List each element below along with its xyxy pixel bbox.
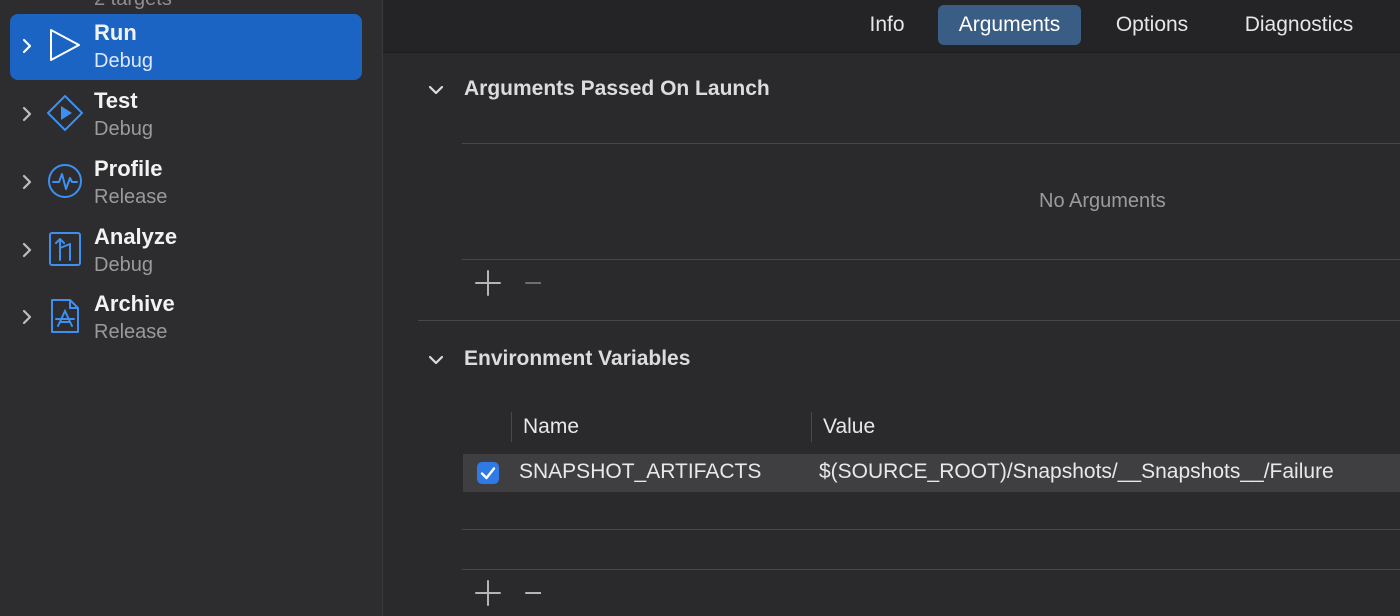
archive-icon [51,299,79,333]
scheme-editor-main: Info Arguments Options Diagnostics Argum… [383,0,1400,616]
tab-arguments[interactable]: Arguments [938,5,1081,45]
divider [462,569,1400,570]
sidebar-item-subtitle: Debug [94,254,153,276]
divider [462,529,1400,530]
sidebar-item-analyze[interactable]: Analyze Debug [10,218,362,284]
divider [462,143,1400,144]
no-arguments-placeholder: No Arguments [1039,190,1166,212]
sidebar-item-title: Analyze [94,224,178,249]
divider [462,259,1400,260]
tab-options[interactable]: Options [1095,5,1209,45]
env-var-name[interactable]: SNAPSHOT_ARTIFACTS [519,460,761,484]
sidebar-item-subtitle: Debug [94,50,153,72]
analyze-icon [49,232,81,266]
column-separator[interactable] [811,412,812,442]
sidebar-item-subtitle: Release [94,321,168,343]
add-remove-env-controls [475,580,541,606]
tab-diagnostics[interactable]: Diagnostics [1225,5,1373,45]
sidebar-item-title: Profile [94,156,163,181]
add-env-var-button[interactable] [475,580,501,606]
chevron-right-icon[interactable] [20,104,34,124]
chevron-down-icon[interactable] [428,84,444,96]
chevron-right-icon[interactable] [20,172,34,192]
test-diamond-icon [47,95,83,131]
chevron-down-icon[interactable] [428,354,444,366]
env-var-value[interactable]: $(SOURCE_ROOT)/Snapshots/__Snapshots__/F… [819,460,1334,484]
add-remove-argument-controls [475,270,541,296]
profile-gauge-icon [48,164,82,198]
chevron-right-icon[interactable] [20,307,34,327]
column-header-value[interactable]: Value [823,415,875,439]
checkmark-icon [480,467,496,480]
environment-section-title: Environment Variables [464,347,691,370]
sidebar-item-test[interactable]: Test Debug [10,82,362,148]
sidebar-item-title: Run [94,20,137,45]
tab-bar: Info Arguments Options Diagnostics [383,0,1400,53]
sidebar-item-profile[interactable]: Profile Release [10,150,362,216]
chevron-right-icon[interactable] [20,240,34,260]
sidebar-item-title: Archive [94,291,175,316]
chevron-right-icon[interactable] [20,36,34,56]
sidebar-item-run[interactable]: Run Debug [10,14,362,80]
section-divider [418,320,1400,321]
scheme-action-sidebar: 2 targets Run Debug Test Debug Profile R… [0,0,383,616]
sidebar-item-subtitle: Release [94,186,168,208]
partial-targets-label: 2 targets [94,0,172,11]
enabled-checkbox[interactable] [477,462,499,484]
sidebar-item-title: Test [94,88,138,113]
column-separator[interactable] [511,412,512,442]
run-play-icon [50,29,80,61]
arguments-section-title: Arguments Passed On Launch [464,77,770,100]
table-row[interactable]: SNAPSHOT_ARTIFACTS $(SOURCE_ROOT)/Snapsh… [463,454,1400,492]
column-header-name[interactable]: Name [523,415,579,439]
sidebar-item-archive[interactable]: Archive Release [10,285,362,351]
add-argument-button[interactable] [475,270,501,296]
sidebar-item-subtitle: Debug [94,118,153,140]
tab-info[interactable]: Info [851,5,923,45]
